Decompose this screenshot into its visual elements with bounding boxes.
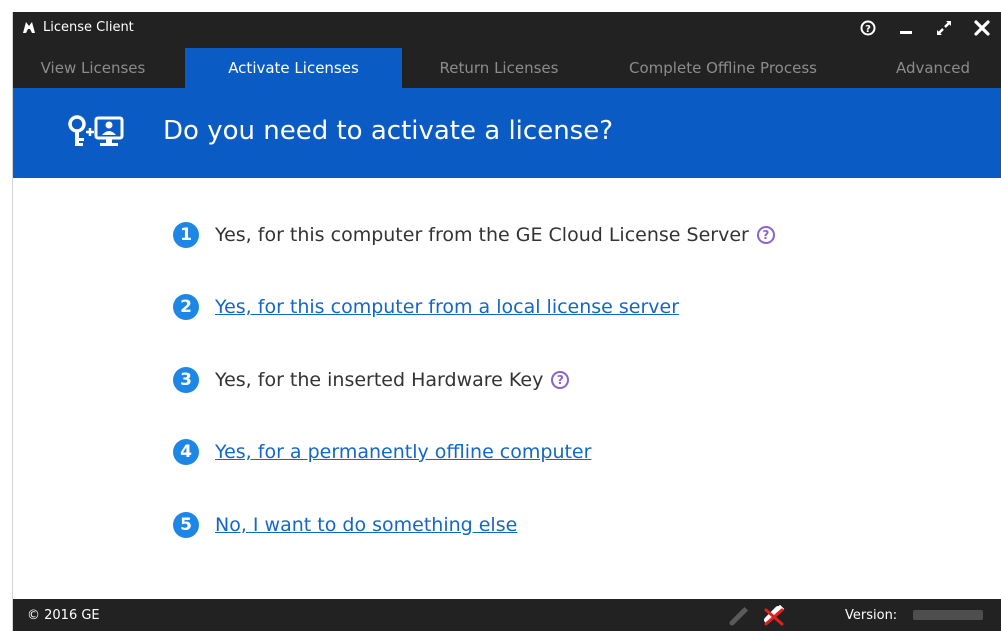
option-offline-computer[interactable]: 4 Yes, for a permanently offline compute…: [173, 435, 591, 469]
step-number-badge: 3: [173, 367, 199, 393]
option-label[interactable]: Yes, for the inserted Hardware Key: [215, 369, 543, 391]
status-icons: [729, 605, 787, 627]
option-link[interactable]: No, I want to do something else: [215, 514, 517, 536]
step-number-badge: 1: [173, 222, 199, 248]
maximize-button[interactable]: [925, 14, 963, 42]
option-local-license-server[interactable]: 2 Yes, for this computer from a local li…: [173, 290, 679, 324]
option-label[interactable]: Yes, for this computer from the GE Cloud…: [215, 224, 749, 246]
step-number-badge: 4: [173, 439, 199, 465]
option-cloud-license-server[interactable]: 1 Yes, for this computer from the GE Clo…: [173, 218, 775, 252]
expand-icon: [937, 21, 951, 35]
option-link[interactable]: Yes, for this computer from a local lice…: [215, 296, 679, 318]
license-client-window: License Client ? View Licenses Activate …: [12, 12, 1001, 631]
app-logo-icon: [23, 22, 35, 33]
help-icon[interactable]: ?: [756, 226, 775, 244]
version-label: Version:: [845, 608, 898, 623]
copyright-text: © 2016 GE: [27, 608, 100, 623]
version-value-redacted: [913, 610, 983, 620]
option-link[interactable]: Yes, for a permanently offline computer: [215, 441, 591, 463]
step-number-badge: 5: [173, 512, 199, 538]
header-banner: Do you need to activate a license?: [13, 88, 1001, 178]
option-something-else[interactable]: 5 No, I want to do something else: [173, 508, 517, 542]
tab-complete-offline-process[interactable]: Complete Offline Process: [603, 48, 843, 88]
app-title: License Client: [21, 18, 134, 36]
close-button[interactable]: [963, 14, 1001, 42]
window-title: License Client: [43, 19, 134, 35]
step-number-badge: 2: [173, 294, 199, 320]
tab-advanced[interactable]: Advanced: [873, 48, 993, 88]
title-bar: License Client ?: [13, 12, 1001, 50]
disconnected-status-icon[interactable]: [763, 605, 787, 627]
minimize-button[interactable]: [887, 14, 925, 42]
option-hardware-key[interactable]: 3 Yes, for the inserted Hardware Key ?: [173, 363, 570, 397]
key-computer-icon: [68, 115, 124, 146]
close-icon: [974, 20, 990, 36]
help-icon[interactable]: ?: [551, 371, 570, 389]
usb-key-icon: [729, 606, 749, 626]
minimize-icon: [900, 31, 912, 34]
svg-text:?: ?: [865, 24, 871, 35]
status-bar: © 2016 GE Version:: [13, 599, 1001, 631]
help-icon: ?: [860, 20, 876, 36]
help-button[interactable]: ?: [849, 14, 887, 42]
window-controls: ?: [849, 14, 1001, 42]
tab-activate-licenses[interactable]: Activate Licenses: [185, 48, 402, 88]
page-title: Do you need to activate a license?: [163, 116, 614, 146]
tab-bar: View Licenses Activate Licenses Return L…: [13, 48, 1001, 88]
tab-view-licenses[interactable]: View Licenses: [13, 48, 173, 88]
tab-return-licenses[interactable]: Return Licenses: [413, 48, 585, 88]
